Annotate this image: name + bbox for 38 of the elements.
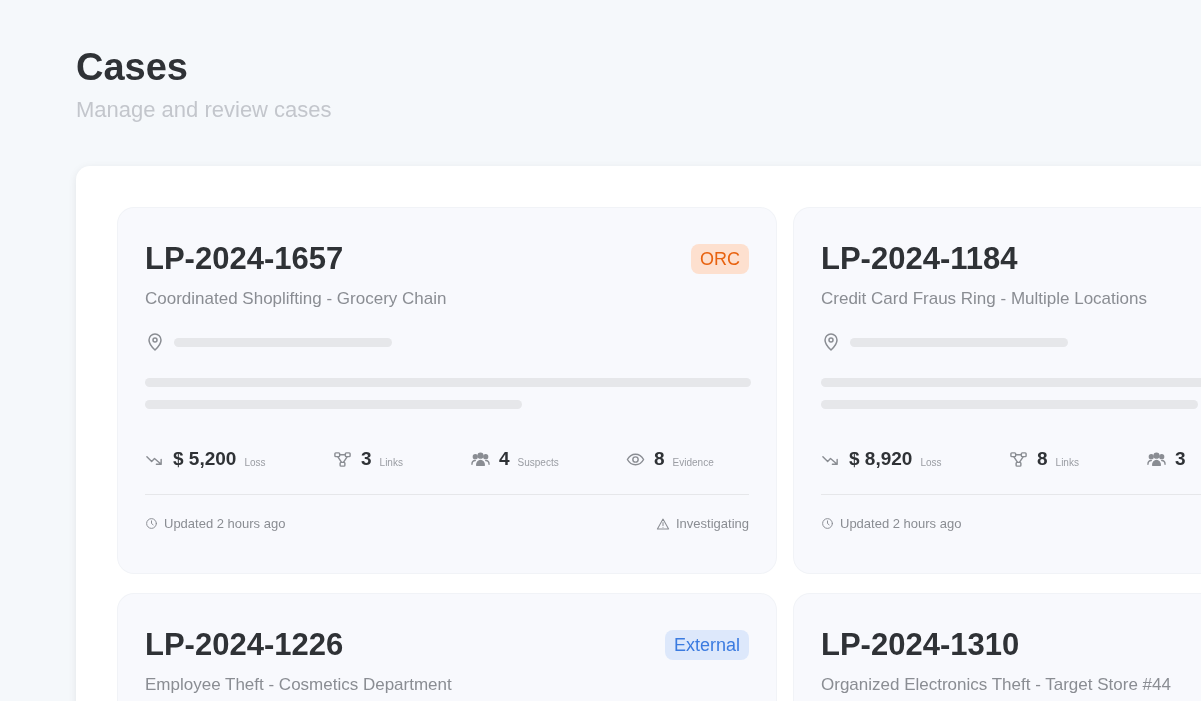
status-label: Investigating [676, 516, 749, 531]
stat-label: Evidence [672, 456, 714, 468]
stat-value: $ 8,920 [849, 448, 913, 470]
warning-icon [656, 516, 670, 531]
clock-icon [145, 517, 158, 530]
updated-time: Updated 2 hours ago [840, 516, 962, 531]
stat-value: 3 [1175, 448, 1186, 470]
case-id: LP-2024-1184 [821, 240, 1018, 278]
stat-label: Links [379, 456, 403, 468]
clock-icon [821, 517, 834, 530]
case-title: Organized Electronics Theft - Target Store #44 [821, 675, 1172, 695]
location-pin-icon [821, 332, 841, 352]
case-card[interactable]: LP-2024-1226 External Employee Theft - Cosmetics Department [118, 594, 776, 701]
stat-value: 4 [499, 448, 510, 470]
stat-label: Suspects [517, 456, 559, 468]
stat-label: Loss [920, 456, 942, 468]
stat-label: Loss [244, 456, 266, 468]
location-pin-icon [145, 332, 165, 352]
case-id: LP-2024-1226 [145, 626, 344, 664]
case-card[interactable]: LP-2024-1184 Credit Card Fraus Ring - Multiple Locations $ 8,920 Loss 8 Links 3 Updated 2 hours ago [794, 208, 1201, 573]
case-card[interactable]: LP-2024-1310 Organized Electronics Theft - Target Store #44 [794, 594, 1201, 701]
network-icon [333, 449, 352, 469]
case-title: Credit Card Fraus Ring - Multiple Locations [821, 289, 1148, 309]
stat-value: 3 [361, 448, 372, 470]
case-title: Employee Theft - Cosmetics Department [145, 675, 453, 695]
case-id: LP-2024-1310 [821, 626, 1020, 664]
case-card[interactable]: LP-2024-1657 ORC Coordinated Shoplifting - Grocery Chain $ 5,200 Loss 3 Links 4 Suspects 8 Evidence Updated 2 hours ago Investigating [118, 208, 776, 573]
stat-value: 8 [1037, 448, 1048, 470]
network-icon [1009, 449, 1028, 469]
page-title: Cases [76, 45, 189, 90]
case-id: LP-2024-1657 [145, 240, 344, 278]
tag-badge: ORC [691, 244, 749, 274]
stat-value: $ 5,200 [173, 448, 237, 470]
updated-time: Updated 2 hours ago [164, 516, 286, 531]
tag-badge: External [664, 630, 749, 660]
stat-label: Links [1055, 456, 1079, 468]
stat-value: 8 [654, 448, 665, 470]
case-title: Coordinated Shoplifting - Grocery Chain [145, 289, 448, 309]
